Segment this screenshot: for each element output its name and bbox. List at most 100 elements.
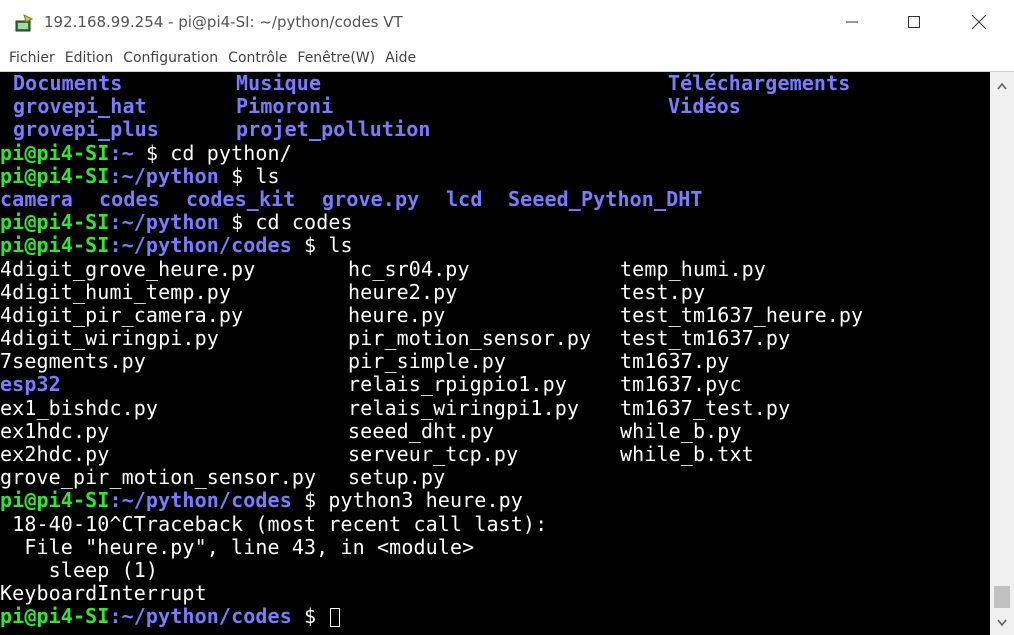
dir-entry: Téléchargements bbox=[668, 72, 851, 95]
file-entry: pir_simple.py bbox=[348, 349, 507, 374]
file-entry: tm1637.pyc bbox=[620, 372, 742, 397]
terminal-line: 4digit_pir_camera.py heure.py test_tm1637_… bbox=[0, 302, 990, 327]
dir-entry: Pimoroni bbox=[236, 94, 334, 119]
file-entry: seeed_dht.py bbox=[348, 418, 494, 443]
file-entry: test_tm1637.py bbox=[620, 326, 791, 351]
prompt-user: pi@pi4-SI bbox=[0, 488, 110, 513]
command-text: $ ls bbox=[218, 163, 280, 188]
terminal-line: pi@pi4-SI:~ $ cd python/ bbox=[0, 140, 990, 165]
dir-entry: grove.py bbox=[322, 186, 420, 211]
terminal-line: pi@pi4-SI:~/python/codes $ python3 heure… bbox=[0, 489, 990, 512]
terminal-line: esp32 relais_rpigpio1.py tm1637.pyc bbox=[0, 373, 990, 396]
command-text: $ python3 heure.py bbox=[291, 488, 523, 513]
terminal-line: 7segments.py pir_simple.py tm1637.py bbox=[0, 350, 990, 373]
file-entry: 4digit_humi_temp.py bbox=[0, 279, 232, 304]
dir-entry: lcd bbox=[446, 186, 483, 211]
prompt-user: pi@pi4-SI bbox=[0, 233, 110, 258]
prompt-path: :~/python/codes bbox=[109, 604, 292, 629]
file-entry: 7segments.py bbox=[0, 349, 146, 374]
terminal-line: ex1hdc.py seeed_dht.py while_b.py bbox=[0, 418, 990, 443]
terminal-line: grovepi_hat Pimoroni Vidéos bbox=[0, 94, 990, 119]
terminal-line: pi@pi4-SI:~/python/codes $ ls bbox=[0, 234, 990, 257]
file-entry: ex1_bishdc.py bbox=[0, 395, 159, 420]
dir-entry: grovepi_hat bbox=[13, 94, 147, 119]
chevron-up-icon bbox=[997, 82, 1007, 90]
terminal-line: 4digit_grove_heure.py hc_sr04.py temp_humi… bbox=[0, 256, 990, 281]
file-entry: ex1hdc.py bbox=[0, 418, 110, 443]
file-entry: 4digit_grove_heure.py bbox=[0, 256, 256, 281]
prompt-path: :~/python/codes bbox=[109, 233, 292, 258]
command-text: $ bbox=[291, 604, 329, 629]
output-line: 18-40-10^CTraceback (most recent call la… bbox=[0, 511, 548, 536]
prompt-path: :~/python bbox=[109, 163, 219, 188]
maximize-icon bbox=[908, 16, 920, 28]
terminal-line: ex1_bishdc.py relais_wiringpi1.py tm1637_t… bbox=[0, 395, 990, 420]
dir-entry: codes bbox=[99, 186, 160, 211]
prompt-user: pi@pi4-SI bbox=[0, 163, 110, 188]
file-entry: relais_wiringpi1.py bbox=[348, 395, 580, 420]
terminal-line: ex2hdc.py serveur_tcp.py while_b.txt bbox=[0, 442, 990, 466]
terminal-area[interactable]: Documents Musique Téléchargements grovep… bbox=[0, 72, 990, 635]
file-entry: while_b.txt bbox=[620, 442, 754, 466]
file-entry: pir_motion_sensor.py bbox=[348, 326, 592, 351]
dir-entry: Vidéos bbox=[668, 94, 741, 119]
output-line: sleep (1) bbox=[0, 557, 159, 582]
prompt-user: pi@pi4-SI bbox=[0, 210, 110, 235]
file-entry: setup.py bbox=[348, 465, 446, 490]
file-entry: temp_humi.py bbox=[620, 256, 766, 281]
terminal-line: grove_pir_motion_sensor.py setup.py bbox=[0, 465, 990, 490]
menu-configuration[interactable]: Configuration bbox=[123, 50, 218, 66]
vertical-scrollbar[interactable] bbox=[990, 72, 1014, 635]
file-entry: 4digit_pir_camera.py bbox=[0, 302, 244, 327]
file-entry: tm1637_test.py bbox=[620, 395, 791, 420]
prompt-path: :~/python/codes bbox=[109, 488, 292, 513]
title-bar: 192.168.99.254 - pi@pi4-SI: ~/python/cod… bbox=[0, 0, 1014, 44]
menu-bar: Fichier Edition Configuration Contrôle F… bbox=[0, 44, 1014, 72]
dir-entry: grovepi_plus bbox=[13, 117, 159, 142]
close-button[interactable] bbox=[956, 0, 1002, 44]
output-line: KeyboardInterrupt bbox=[0, 581, 207, 606]
file-entry: test.py bbox=[620, 279, 706, 304]
menu-edition[interactable]: Edition bbox=[65, 50, 113, 66]
scroll-thumb[interactable] bbox=[994, 586, 1010, 608]
terminal-line: pi@pi4-SI:~/python $ cd codes bbox=[0, 211, 990, 234]
dir-entry: projet_pollution bbox=[236, 117, 431, 142]
terminal-line: camera codes codes_kit grove.py lcd Seee… bbox=[0, 186, 990, 211]
file-entry: while_b.py bbox=[620, 418, 742, 443]
dir-entry: esp32 bbox=[0, 372, 61, 397]
file-entry: ex2hdc.py bbox=[0, 442, 110, 466]
putty-terminal-icon bbox=[14, 13, 34, 33]
prompt-user: pi@pi4-SI bbox=[0, 140, 110, 165]
scroll-down-button[interactable] bbox=[990, 613, 1014, 633]
dir-entry: Documents bbox=[13, 72, 123, 95]
prompt-path: :~ bbox=[109, 140, 134, 165]
dir-entry: camera bbox=[0, 186, 73, 211]
menu-fichier[interactable]: Fichier bbox=[9, 50, 55, 66]
terminal-line: 4digit_wiringpi.py pir_motion_sensor.py te… bbox=[0, 326, 990, 351]
close-icon bbox=[972, 15, 986, 29]
text-cursor bbox=[330, 608, 341, 628]
output-line: File "heure.py", line 43, in <module> bbox=[0, 534, 475, 559]
dir-entry: Seeed_Python_DHT bbox=[508, 186, 703, 211]
chevron-down-icon bbox=[997, 619, 1007, 627]
scroll-up-button[interactable] bbox=[990, 76, 1014, 96]
menu-fenetre[interactable]: Fenêtre(W) bbox=[297, 50, 375, 66]
terminal-line: pi@pi4-SI:~/python/codes $ bbox=[0, 605, 990, 628]
minimize-icon bbox=[846, 21, 858, 23]
menu-controle[interactable]: Contrôle bbox=[228, 50, 287, 66]
dir-entry: Musique bbox=[236, 72, 322, 95]
dir-entry: codes_kit bbox=[186, 186, 296, 211]
command-text: $ ls bbox=[291, 233, 353, 258]
minimize-button[interactable] bbox=[829, 0, 875, 44]
prompt-user: pi@pi4-SI bbox=[0, 604, 110, 629]
maximize-button[interactable] bbox=[891, 0, 937, 44]
menu-aide[interactable]: Aide bbox=[385, 50, 416, 66]
terminal-line: grovepi_plus projet_pollution bbox=[0, 118, 990, 141]
file-entry: heure2.py bbox=[348, 279, 458, 304]
command-text: $ cd python/ bbox=[133, 140, 292, 165]
command-text: $ cd codes bbox=[218, 210, 353, 235]
window-title: 192.168.99.254 - pi@pi4-SI: ~/python/cod… bbox=[44, 13, 403, 31]
file-entry: tm1637.py bbox=[620, 349, 730, 374]
file-entry: grove_pir_motion_sensor.py bbox=[0, 465, 317, 490]
file-entry: serveur_tcp.py bbox=[348, 442, 519, 466]
